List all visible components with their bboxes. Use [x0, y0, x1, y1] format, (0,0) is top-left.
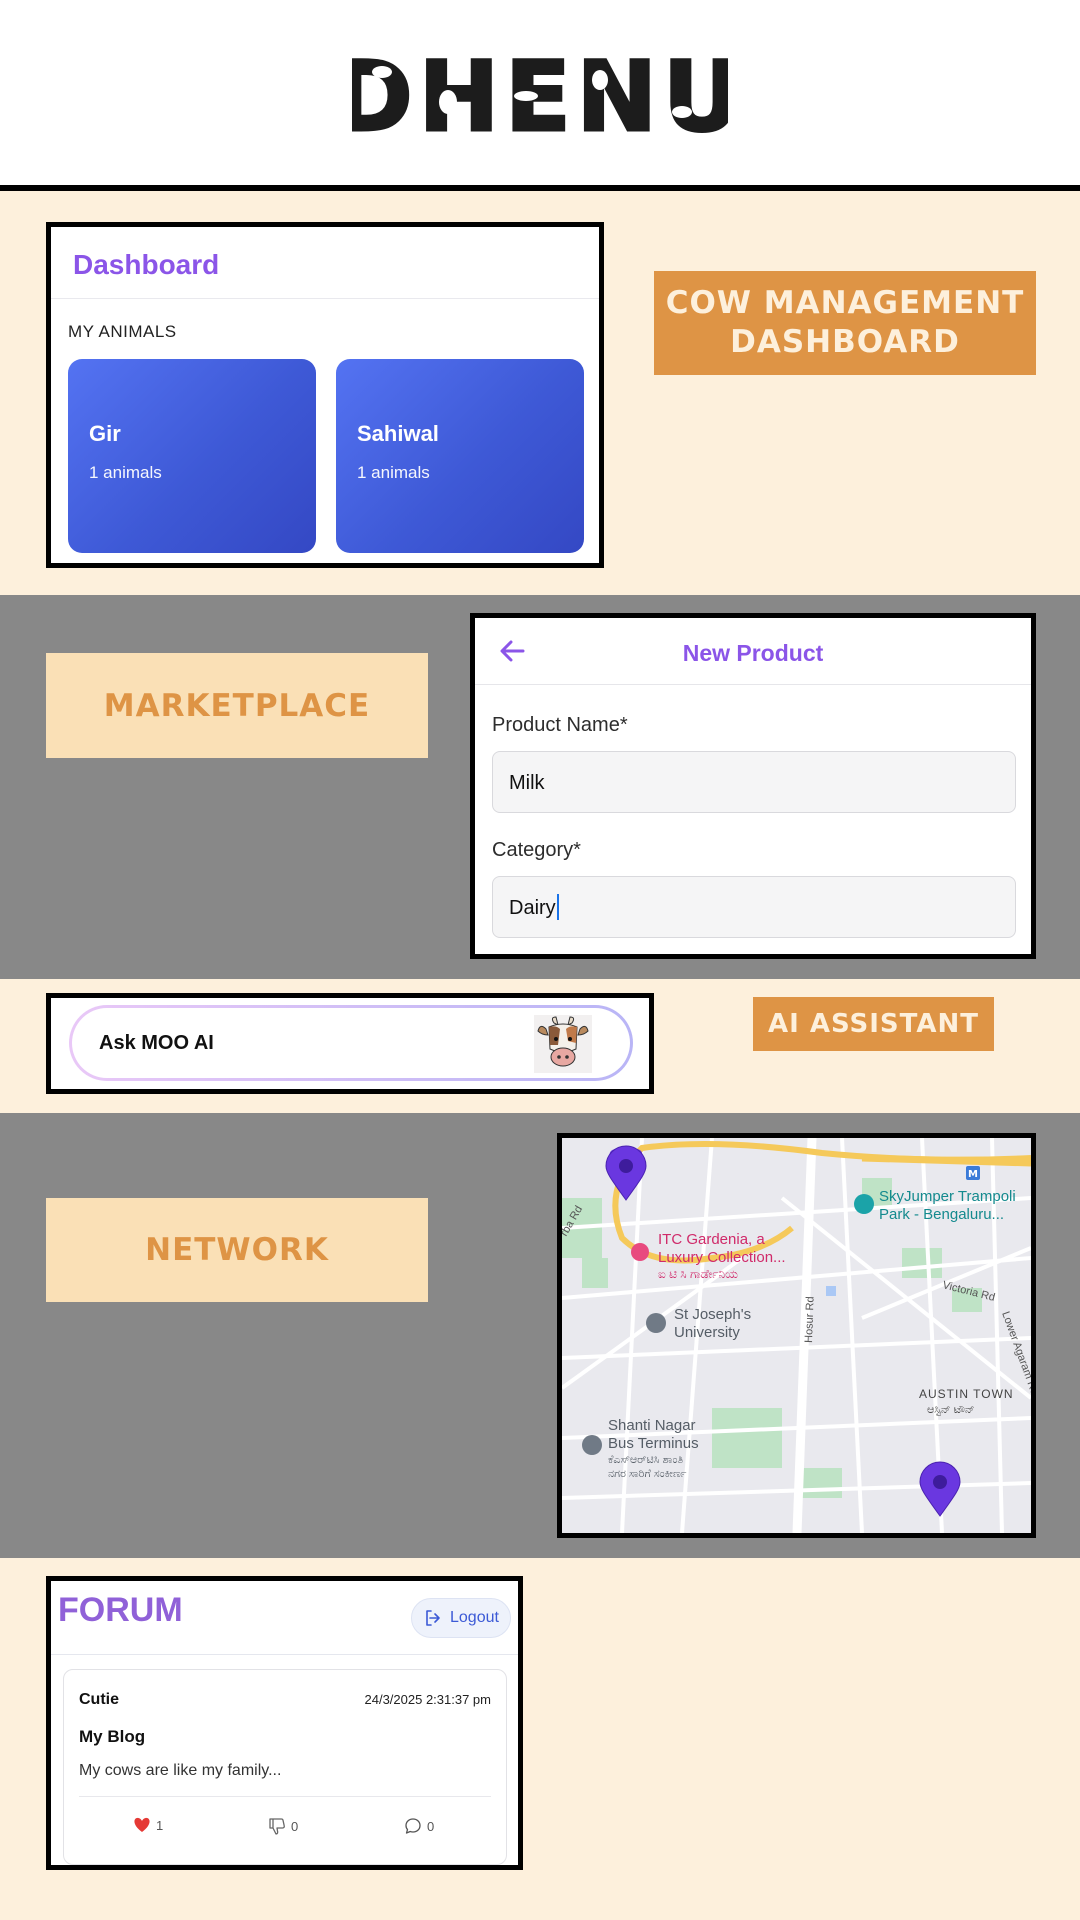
product-name-input[interactable]: Milk [492, 751, 1016, 813]
category-label: Category* [492, 839, 581, 861]
new-product-screenshot: New Product Product Name* Milk Category*… [470, 613, 1036, 959]
map-label-itc-local: ಐ ಟಿ ಸಿ ಗಾರ್ಡೇನಿಯ [658, 1267, 738, 1281]
road-label-hosur: Hosur Rd [803, 1296, 817, 1343]
post-title: My Blog [79, 1727, 146, 1746]
map-label-shanti-nagar-local: ಕೆಎಸ್‌ಆರ್‌ಟಿಸಿ ಶಾಂತಿ [608, 1454, 683, 1466]
animal-name: Sahiwal [357, 421, 439, 446]
comment-button[interactable]: 0 [404, 1817, 434, 1835]
forum-screenshot: FORUM Logout Cutie 24/3/2025 2:31:37 pm … [46, 1576, 523, 1870]
text-caret [556, 893, 559, 920]
animal-tile-gir[interactable]: Gir 1 animals [68, 359, 316, 553]
post-body: My cows are like my family... [79, 1762, 282, 1779]
post-date: 24/3/2025 2:31:37 pm [364, 1692, 492, 1707]
comment-icon [405, 1818, 421, 1834]
product-name-value: Milk [509, 772, 545, 794]
animal-name: Gir [89, 421, 121, 446]
post-card[interactable]: Cutie 24/3/2025 2:31:37 pm My Blog My co… [63, 1669, 507, 1865]
dhenu-logo: DHENU [352, 50, 728, 138]
category-input[interactable]: Dairy [492, 876, 1016, 938]
network-label: NETWORK [46, 1198, 428, 1302]
heart-icon [134, 1817, 150, 1832]
cow-face-icon [534, 1015, 592, 1073]
dislike-count: 0 [291, 1818, 299, 1834]
map-label-shanti-nagar: Shanti Nagar [608, 1417, 696, 1434]
map-label-st-josephs: St Joseph's [674, 1306, 751, 1323]
animal-count: 1 animals [89, 463, 162, 482]
park-pin-icon[interactable] [854, 1194, 874, 1214]
forum-title: FORUM [58, 1591, 183, 1629]
like-button[interactable]: 1 [133, 1817, 163, 1833]
divider [79, 1796, 491, 1797]
dashboard-title: Dashboard [73, 249, 220, 280]
bus-pin-icon[interactable] [582, 1435, 602, 1455]
map-label-itc: ITC Gardenia, a [658, 1231, 765, 1248]
map-label-austin-town: AUSTIN TOWN [919, 1387, 1014, 1401]
divider [475, 684, 1031, 685]
map[interactable]: M ITC Gardenia, a Luxury Collection... ಐ… [562, 1138, 1031, 1533]
comment-count: 0 [427, 1818, 435, 1834]
marketplace-label: MARKETPLACE [46, 653, 428, 758]
map-label-skyjumper-2: Park - Bengaluru... [879, 1206, 1004, 1223]
map-label-itc-2: Luxury Collection... [658, 1249, 786, 1266]
ask-moo-ai-button[interactable]: Ask MOO AI [69, 1005, 633, 1081]
my-animals-heading: MY ANIMALS [68, 322, 177, 341]
ai-assistant-label: AI ASSISTANT [753, 997, 994, 1051]
dislike-button[interactable]: 0 [268, 1817, 298, 1835]
category-value: Dairy [509, 897, 556, 919]
university-pin-icon[interactable] [646, 1313, 666, 1333]
map-label-st-josephs-2: University [674, 1324, 740, 1341]
divider [51, 298, 599, 299]
new-product-title: New Product [682, 640, 824, 666]
dashboard-screenshot: Dashboard MY ANIMALS Gir 1 animals Sahiw… [46, 222, 604, 568]
map-label-shanti-nagar-2: Bus Terminus [608, 1435, 699, 1452]
divider [51, 1654, 518, 1655]
logout-label: Logout [450, 1609, 499, 1626]
svg-text:DHENU: DHENU [352, 50, 728, 138]
thumbs-down-icon [269, 1818, 285, 1835]
header: DHENU [0, 0, 1080, 186]
map-label-austin-town-local: ಆಸ್ಟಿನ್ ಟೌನ್ [927, 1404, 975, 1416]
map-label-shanti-nagar-local-2: ನಗರ ಸಾರಿಗೆ ಸಂಕೀರ್ಣ [608, 1468, 687, 1480]
network-map-screenshot: M ITC Gardenia, a Luxury Collection... ಐ… [557, 1133, 1036, 1538]
ai-screenshot: Ask MOO AI [46, 993, 654, 1094]
logout-icon [426, 1610, 440, 1626]
animal-count: 1 animals [357, 463, 430, 482]
animal-tile-sahiwal[interactable]: Sahiwal 1 animals [336, 359, 584, 553]
map-label-skyjumper: SkyJumper Trampoli [879, 1188, 1016, 1205]
logout-button[interactable]: Logout [411, 1598, 511, 1638]
hotel-pin-icon[interactable] [631, 1243, 649, 1261]
ask-moo-ai-label: Ask MOO AI [99, 1032, 214, 1054]
cow-management-label: COW MANAGEMENT DASHBOARD [654, 271, 1036, 375]
like-count: 1 [156, 1817, 164, 1833]
product-name-label: Product Name* [492, 714, 628, 736]
svg-text:M: M [968, 1169, 978, 1180]
post-author: Cutie [79, 1691, 119, 1708]
